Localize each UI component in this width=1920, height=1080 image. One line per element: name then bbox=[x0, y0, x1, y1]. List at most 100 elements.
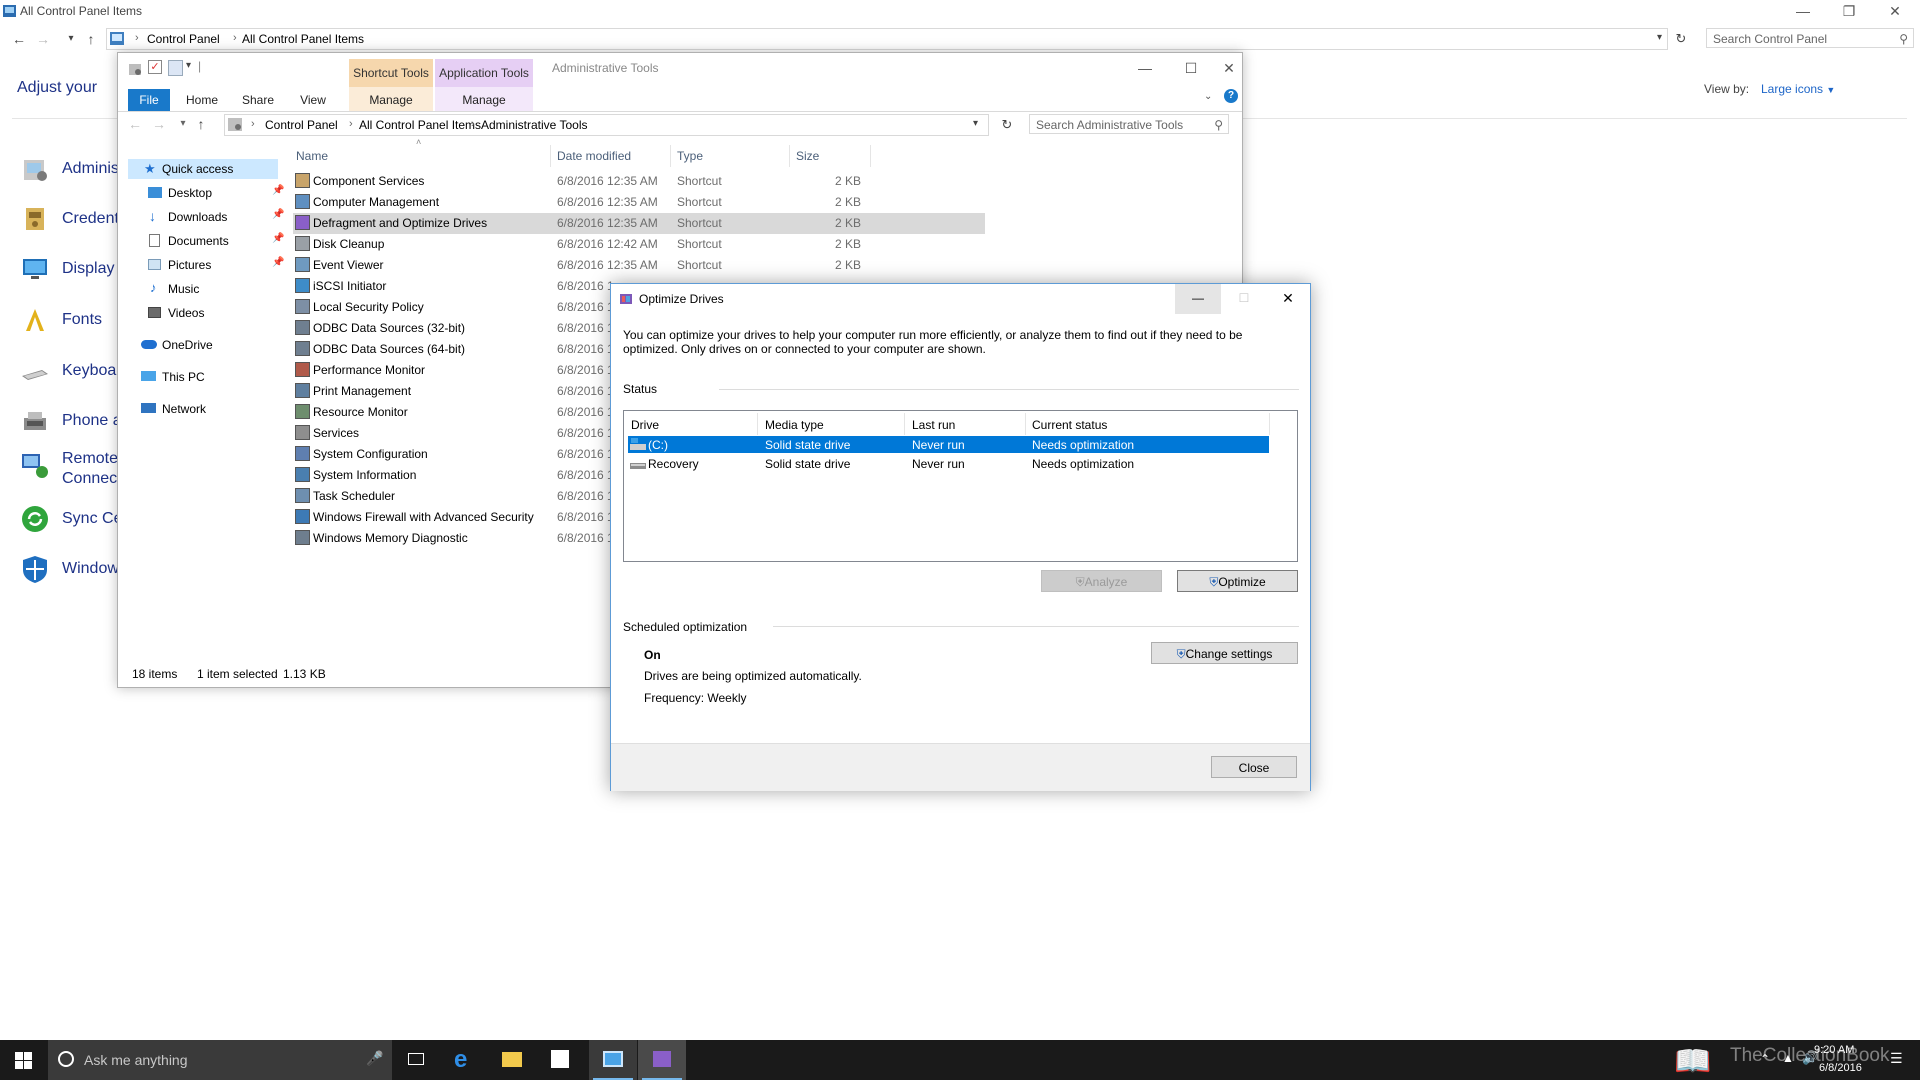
start-button[interactable] bbox=[0, 1040, 48, 1080]
file-row[interactable]: Event Viewer 6/8/2016 12:35 AM Shortcut 2 K… bbox=[293, 255, 985, 276]
tab-share[interactable]: Share bbox=[236, 89, 280, 111]
explorer-forward-arrow-icon[interactable]: → bbox=[148, 113, 170, 135]
cortana-search-box[interactable]: Ask me anything 🎤 bbox=[48, 1040, 392, 1080]
explorer-close-button[interactable]: ✕ bbox=[1214, 53, 1244, 83]
recent-locations-chevron-icon[interactable]: ▾ bbox=[60, 28, 82, 50]
explorer-address-dropdown-icon[interactable]: ▾ bbox=[973, 118, 978, 129]
nav-item-onedrive[interactable]: OneDrive bbox=[128, 335, 288, 355]
cp-item-windows-defender[interactable]: Window bbox=[18, 552, 119, 592]
column-media-type[interactable]: Media type bbox=[765, 418, 824, 432]
explorer-breadcrumb-admin-tools[interactable]: Administrative Tools bbox=[481, 118, 588, 132]
file-row[interactable]: Component Services 6/8/2016 12:35 AM Short… bbox=[293, 171, 985, 192]
tab-shortcut-manage[interactable]: Manage bbox=[349, 89, 433, 111]
column-divider[interactable] bbox=[1269, 413, 1270, 435]
drive-row[interactable]: Recovery Solid state drive Never run Nee… bbox=[628, 455, 1269, 472]
taskbar-control-panel[interactable] bbox=[589, 1040, 637, 1080]
expand-ribbon-chevron-icon[interactable]: ⌄ bbox=[1204, 91, 1212, 102]
pin-icon[interactable]: 📌 bbox=[272, 257, 284, 268]
pin-icon[interactable]: 📌 bbox=[272, 185, 284, 196]
optimize-button[interactable]: ⛨Optimize bbox=[1177, 570, 1298, 592]
column-divider[interactable] bbox=[1025, 413, 1026, 435]
explorer-search-input[interactable]: Search Administrative Tools ⚲ bbox=[1029, 114, 1229, 134]
analyze-button[interactable]: ⛨Analyze bbox=[1041, 570, 1162, 592]
column-divider[interactable] bbox=[789, 145, 790, 167]
nav-item-pictures[interactable]: Pictures 📌 bbox=[128, 255, 288, 275]
explorer-minimize-button[interactable]: — bbox=[1122, 53, 1168, 83]
new-folder-icon[interactable] bbox=[168, 60, 183, 76]
address-box[interactable]: › Control Panel › All Control Panel Item… bbox=[106, 28, 1668, 50]
network-tray-icon[interactable]: ▲ bbox=[1782, 1051, 1794, 1065]
nav-item-quick-access[interactable]: ★ Quick access bbox=[128, 159, 278, 179]
explorer-address-box[interactable]: › Control Panel › All Control Panel Item… bbox=[224, 114, 989, 136]
view-by-dropdown[interactable]: Large icons ▼ bbox=[1761, 82, 1835, 96]
address-dropdown-icon[interactable]: ▾ bbox=[1657, 32, 1662, 43]
tab-application-manage[interactable]: Manage bbox=[435, 89, 533, 111]
explorer-refresh-icon[interactable]: ↻ bbox=[996, 114, 1018, 136]
column-type[interactable]: Type bbox=[677, 149, 703, 163]
control-panel-search-input[interactable]: Search Control Panel ⚲ bbox=[1706, 28, 1914, 48]
tray-chevron-icon[interactable]: ⌃ bbox=[1760, 1052, 1770, 1066]
taskbar-optimize-drives[interactable] bbox=[638, 1040, 686, 1080]
file-row[interactable]: Defragment and Optimize Drives 6/8/2016 1… bbox=[293, 213, 985, 234]
cp-item-keyboard[interactable]: Keyboar bbox=[18, 354, 122, 394]
nav-item-desktop[interactable]: Desktop 📌 bbox=[128, 183, 288, 203]
taskbar-store[interactable] bbox=[536, 1040, 584, 1080]
microphone-icon[interactable]: 🎤 bbox=[366, 1050, 383, 1067]
cp-item-display[interactable]: Display bbox=[18, 252, 118, 292]
back-arrow-icon[interactable]: ← bbox=[8, 28, 30, 50]
properties-icon[interactable]: ✓ bbox=[148, 60, 162, 74]
restore-button[interactable]: ❐ bbox=[1826, 0, 1872, 24]
cp-item-sync-center[interactable]: Sync Ce bbox=[18, 502, 122, 542]
clock-date[interactable]: 6/8/2016 bbox=[1819, 1062, 1862, 1074]
dialog-maximize-button[interactable]: ☐ bbox=[1221, 284, 1267, 314]
column-drive[interactable]: Drive bbox=[631, 418, 659, 432]
column-divider[interactable] bbox=[670, 145, 671, 167]
forward-arrow-icon[interactable]: → bbox=[32, 28, 54, 50]
taskbar-edge[interactable]: e bbox=[440, 1040, 488, 1080]
cp-item-administrative-tools[interactable]: Adminis bbox=[18, 152, 119, 192]
breadcrumb-control-panel[interactable]: Control Panel bbox=[147, 32, 220, 46]
explorer-up-arrow-icon[interactable]: ↑ bbox=[190, 113, 212, 135]
explorer-breadcrumb-all-items[interactable]: All Control Panel Items bbox=[359, 118, 481, 132]
dialog-close-icon[interactable]: ✕ bbox=[1267, 284, 1309, 314]
column-current-status[interactable]: Current status bbox=[1032, 418, 1107, 432]
taskbar-file-explorer[interactable] bbox=[488, 1040, 536, 1080]
drive-row[interactable]: (C:) Solid state drive Never run Needs o… bbox=[628, 436, 1269, 453]
cp-item-credential-manager[interactable]: Credent bbox=[18, 202, 119, 242]
nav-item-videos[interactable]: Videos bbox=[128, 303, 288, 323]
column-date-modified[interactable]: Date modified bbox=[557, 149, 631, 163]
cp-item-remote-connections[interactable]: Remote Connect bbox=[18, 448, 122, 496]
drives-list[interactable]: Drive Media type Last run Current status… bbox=[623, 410, 1298, 562]
quick-access-toolbar-chevron-icon[interactable]: ▾ bbox=[186, 60, 191, 71]
pin-icon[interactable]: 📌 bbox=[272, 233, 284, 244]
file-row[interactable]: Disk Cleanup 6/8/2016 12:42 AM Shortcut 2 K… bbox=[293, 234, 985, 255]
nav-item-music[interactable]: ♪ Music bbox=[128, 279, 288, 299]
help-icon[interactable]: ? bbox=[1224, 89, 1238, 103]
dialog-minimize-button[interactable]: — bbox=[1175, 284, 1221, 314]
tab-view[interactable]: View bbox=[291, 89, 335, 111]
column-divider[interactable] bbox=[757, 413, 758, 435]
breadcrumb-all-items[interactable]: All Control Panel Items bbox=[242, 32, 364, 46]
change-settings-button[interactable]: ⛨Change settings bbox=[1151, 642, 1298, 664]
explorer-back-arrow-icon[interactable]: ← bbox=[124, 113, 146, 135]
tab-home[interactable]: Home bbox=[180, 89, 224, 111]
close-button[interactable]: ✕ bbox=[1872, 0, 1918, 24]
cp-item-fonts[interactable]: Fonts bbox=[18, 303, 118, 343]
up-arrow-icon[interactable]: ↑ bbox=[80, 28, 102, 50]
pin-icon[interactable]: 📌 bbox=[272, 209, 284, 220]
close-dialog-button[interactable]: Close bbox=[1211, 756, 1297, 778]
column-last-run[interactable]: Last run bbox=[912, 418, 955, 432]
nav-item-downloads[interactable]: ↓ Downloads 📌 bbox=[128, 207, 288, 227]
refresh-icon[interactable]: ↻ bbox=[1670, 28, 1692, 50]
nav-item-this-pc[interactable]: This PC bbox=[128, 367, 288, 387]
explorer-breadcrumb-control-panel[interactable]: Control Panel bbox=[265, 118, 338, 132]
column-size[interactable]: Size bbox=[796, 149, 819, 163]
column-divider[interactable] bbox=[870, 145, 871, 167]
column-divider[interactable] bbox=[550, 145, 551, 167]
tab-file[interactable]: File bbox=[128, 89, 170, 111]
cp-item-phone-modem[interactable]: Phone a bbox=[18, 404, 122, 444]
file-row[interactable]: Computer Management 6/8/2016 12:35 AM Shor… bbox=[293, 192, 985, 213]
nav-item-documents[interactable]: Documents 📌 bbox=[128, 231, 288, 251]
clock-time[interactable]: 9:20 AM bbox=[1814, 1044, 1854, 1056]
column-divider[interactable] bbox=[904, 413, 905, 435]
